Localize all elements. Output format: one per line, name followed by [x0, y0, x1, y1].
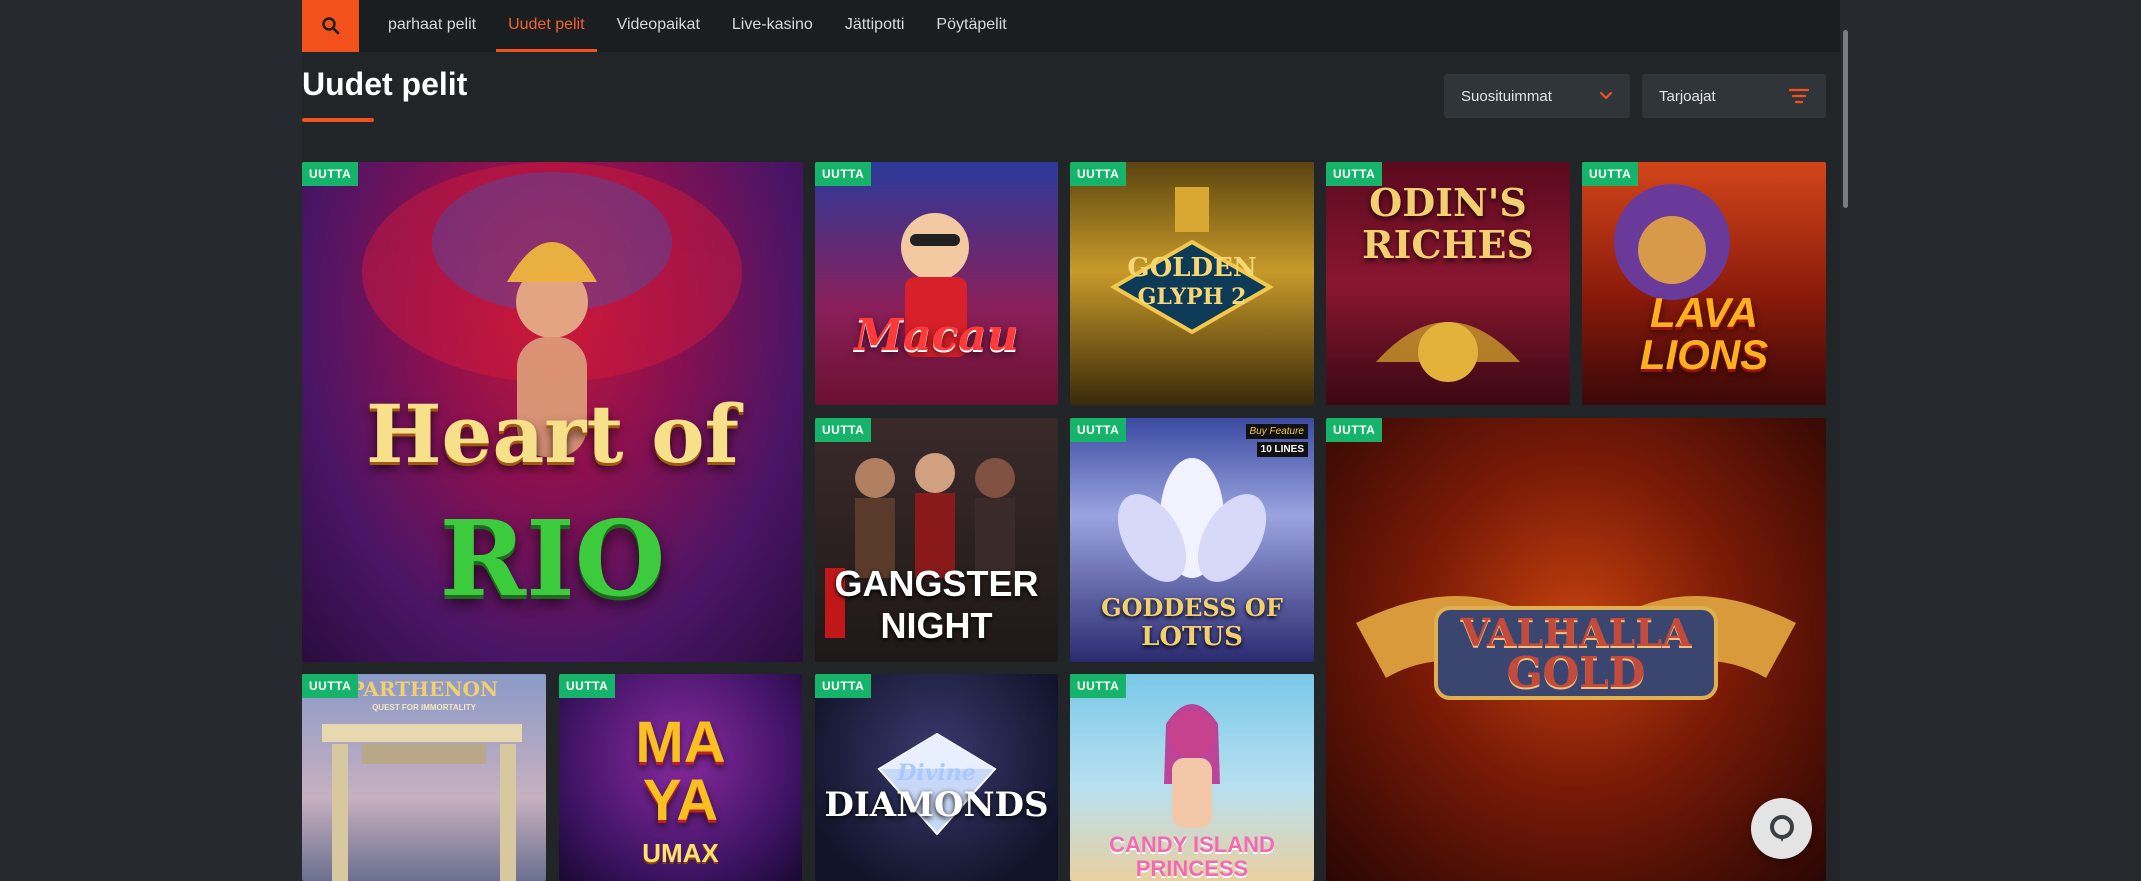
game-artwork [901, 213, 969, 357]
new-badge: UUTTA [1070, 162, 1127, 186]
game-title: MA [635, 710, 726, 775]
game-title: Macau [854, 310, 1019, 361]
chat-button[interactable] [1751, 798, 1812, 859]
provider-filter-label: Tarjoajat [1659, 87, 1716, 105]
game-tile-gangster-night[interactable]: UUTTA GANGSTER NIGHT [815, 418, 1058, 662]
tab-live-kasino[interactable]: Live-kasino [732, 0, 813, 52]
title-underline [302, 118, 374, 122]
game-tile-candy-island-princess[interactable]: UUTTA CANDY ISLAND PRINCESS [1070, 674, 1314, 881]
top-nav: parhaat pelit Uudet pelit Videopaikat Li… [302, 0, 1840, 52]
new-badge: UUTTA [1582, 162, 1639, 186]
new-badge: UUTTA [815, 162, 872, 186]
new-badge: UUTTA [302, 162, 359, 186]
new-badge: UUTTA [1326, 418, 1383, 442]
new-badge: UUTTA [302, 674, 359, 698]
new-badge: UUTTA [815, 674, 872, 698]
page-background: parhaat pelit Uudet pelit Videopaikat Li… [0, 0, 2141, 881]
new-badge: UUTTA [1070, 674, 1127, 698]
game-title-line2: QUEST FOR IMMORTALITY [372, 703, 476, 712]
game-tile-goddess-of-lotus[interactable]: UUTTA Buy Feature 10 LINES GODDESS OF LO… [1070, 418, 1314, 662]
game-tile-valhalla-gold[interactable]: UUTTA VALHALLA GOLD [1326, 418, 1826, 881]
game-title-line2: RICHES [1362, 222, 1534, 267]
tab-videopaikat[interactable]: Videopaikat [617, 0, 700, 52]
tab-uudet-pelit[interactable]: Uudet pelit [496, 0, 596, 52]
game-title: GANGSTER [834, 563, 1039, 604]
search-icon [321, 17, 339, 35]
game-title-line2: DIAMONDS [824, 785, 1049, 825]
game-tile-parthenon[interactable]: UUTTA PARTHENON QUEST FOR IMMORTALITY [302, 674, 546, 881]
search-button[interactable] [302, 0, 359, 52]
new-badge: UUTTA [559, 674, 616, 698]
new-badge: UUTTA [1070, 418, 1127, 442]
game-title-line2: GOLD [1506, 648, 1646, 697]
game-title: Divine [897, 760, 976, 786]
game-tile-heart-of-rio[interactable]: UUTTA Heart of RIO [302, 162, 803, 662]
main-content: parhaat pelit Uudet pelit Videopaikat Li… [302, 0, 1848, 881]
chevron-down-icon [1599, 91, 1613, 100]
provider-filter[interactable]: Tarjoajat [1642, 74, 1826, 118]
game-tile-odins-riches[interactable]: UUTTA ODIN'S RICHES [1326, 162, 1570, 405]
sort-dropdown-label: Suosituimmat [1461, 87, 1552, 105]
game-tile-golden-glyph-2[interactable]: UUTTA GOLDEN GLYPH 2 [1070, 162, 1314, 405]
game-title-line2: NIGHT [880, 605, 993, 646]
game-title-line2: LIONS [1639, 331, 1769, 378]
sort-dropdown[interactable]: Suosituimmat [1444, 74, 1630, 118]
page-title: Uudet pelit [302, 66, 468, 102]
game-title-line2: YA [642, 768, 719, 833]
game-title: ODIN'S [1369, 180, 1527, 225]
game-title: VALHALLA [1460, 610, 1692, 655]
game-tile-lava-lions[interactable]: UUTTA LAVA LIONS [1582, 162, 1826, 405]
game-title: GODDESS OF [1101, 593, 1283, 622]
game-title-line2: GLYPH 2 [1137, 284, 1247, 310]
filter-icon [1789, 88, 1809, 104]
tab-jattipotti[interactable]: Jättipotti [845, 0, 905, 52]
tab-poytapelit[interactable]: Pöytäpelit [936, 0, 1006, 52]
new-badge: UUTTA [815, 418, 872, 442]
scrollbar-thumb[interactable] [1843, 30, 1848, 208]
new-badge: UUTTA [1326, 162, 1383, 186]
game-title-line2: RIO [439, 497, 666, 620]
tab-parhaat-pelit[interactable]: parhaat pelit [388, 0, 476, 52]
game-title: LAVA [1649, 289, 1759, 336]
game-title: Heart of [365, 387, 740, 481]
game-tile-divine-diamonds[interactable]: UUTTA Divine DIAMONDS [815, 674, 1058, 881]
game-title-line2: PRINCESS [1135, 856, 1249, 881]
game-tile-macau[interactable]: UUTTA Macau [815, 162, 1058, 405]
category-tabs: parhaat pelit Uudet pelit Videopaikat Li… [388, 0, 1039, 52]
chat-bubble-icon [1769, 814, 1794, 842]
game-title-line2: LOTUS [1141, 622, 1243, 652]
game-title: CANDY ISLAND [1109, 832, 1275, 857]
game-tile-maya[interactable]: UUTTA MA YA UMAX [559, 674, 802, 881]
game-title: GOLDEN [1127, 253, 1257, 283]
game-subtitle: UMAX [642, 838, 719, 868]
